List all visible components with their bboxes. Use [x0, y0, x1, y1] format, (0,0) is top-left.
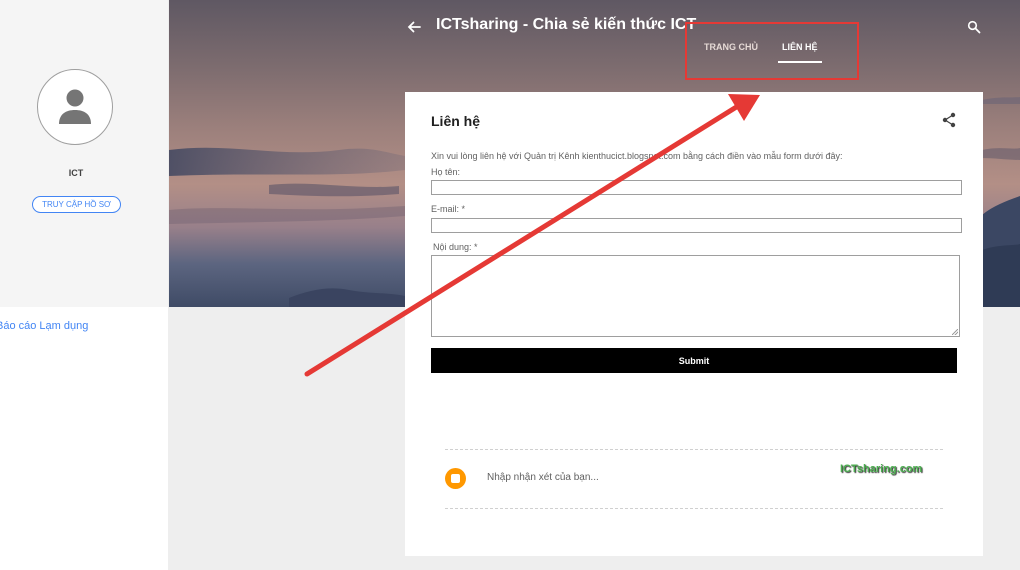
name-label: Họ tên: — [431, 167, 461, 177]
visit-profile-button[interactable]: TRUY CẬP HỒ SƠ — [32, 196, 121, 213]
annotation-highlight-box — [685, 22, 859, 80]
post-title: Liên hệ — [431, 113, 481, 129]
sidebar: ICT TRUY CẬP HỒ SƠ Báo cáo Lạm dụng — [0, 0, 168, 570]
avatar[interactable] — [37, 69, 113, 145]
blogger-logo-icon — [445, 468, 466, 489]
blog-title[interactable]: ICTsharing - Chia sẻ kiến thức ICT — [436, 16, 696, 34]
comment-input[interactable]: Nhập nhận xét của bạn... — [487, 472, 599, 483]
name-field[interactable] — [431, 180, 962, 195]
report-abuse-link[interactable]: Báo cáo Lạm dụng — [0, 320, 88, 332]
submit-button[interactable]: Submit — [431, 348, 957, 373]
email-label: E-mail: * — [431, 204, 466, 214]
post-card: Liên hệ Xin vui lòng liên hệ với Quản tr… — [405, 92, 983, 556]
comment-section: Nhập nhận xét của bạn... ICTsharing.com — [445, 449, 943, 509]
person-icon — [59, 89, 91, 124]
search-icon[interactable] — [967, 20, 981, 34]
contact-intro-text: Xin vui lòng liên hệ với Quản trị Kênh k… — [431, 151, 843, 161]
site-watermark: ICTsharing.com — [840, 463, 923, 475]
profile-name: ICT — [68, 168, 84, 178]
message-label: Nội dung: * — [433, 242, 478, 252]
email-field[interactable] — [431, 218, 962, 233]
message-textarea[interactable] — [431, 255, 960, 337]
back-arrow-icon[interactable] — [405, 18, 423, 36]
profile-panel: ICT TRUY CẬP HỒ SƠ — [0, 0, 168, 307]
share-icon[interactable] — [941, 112, 957, 128]
